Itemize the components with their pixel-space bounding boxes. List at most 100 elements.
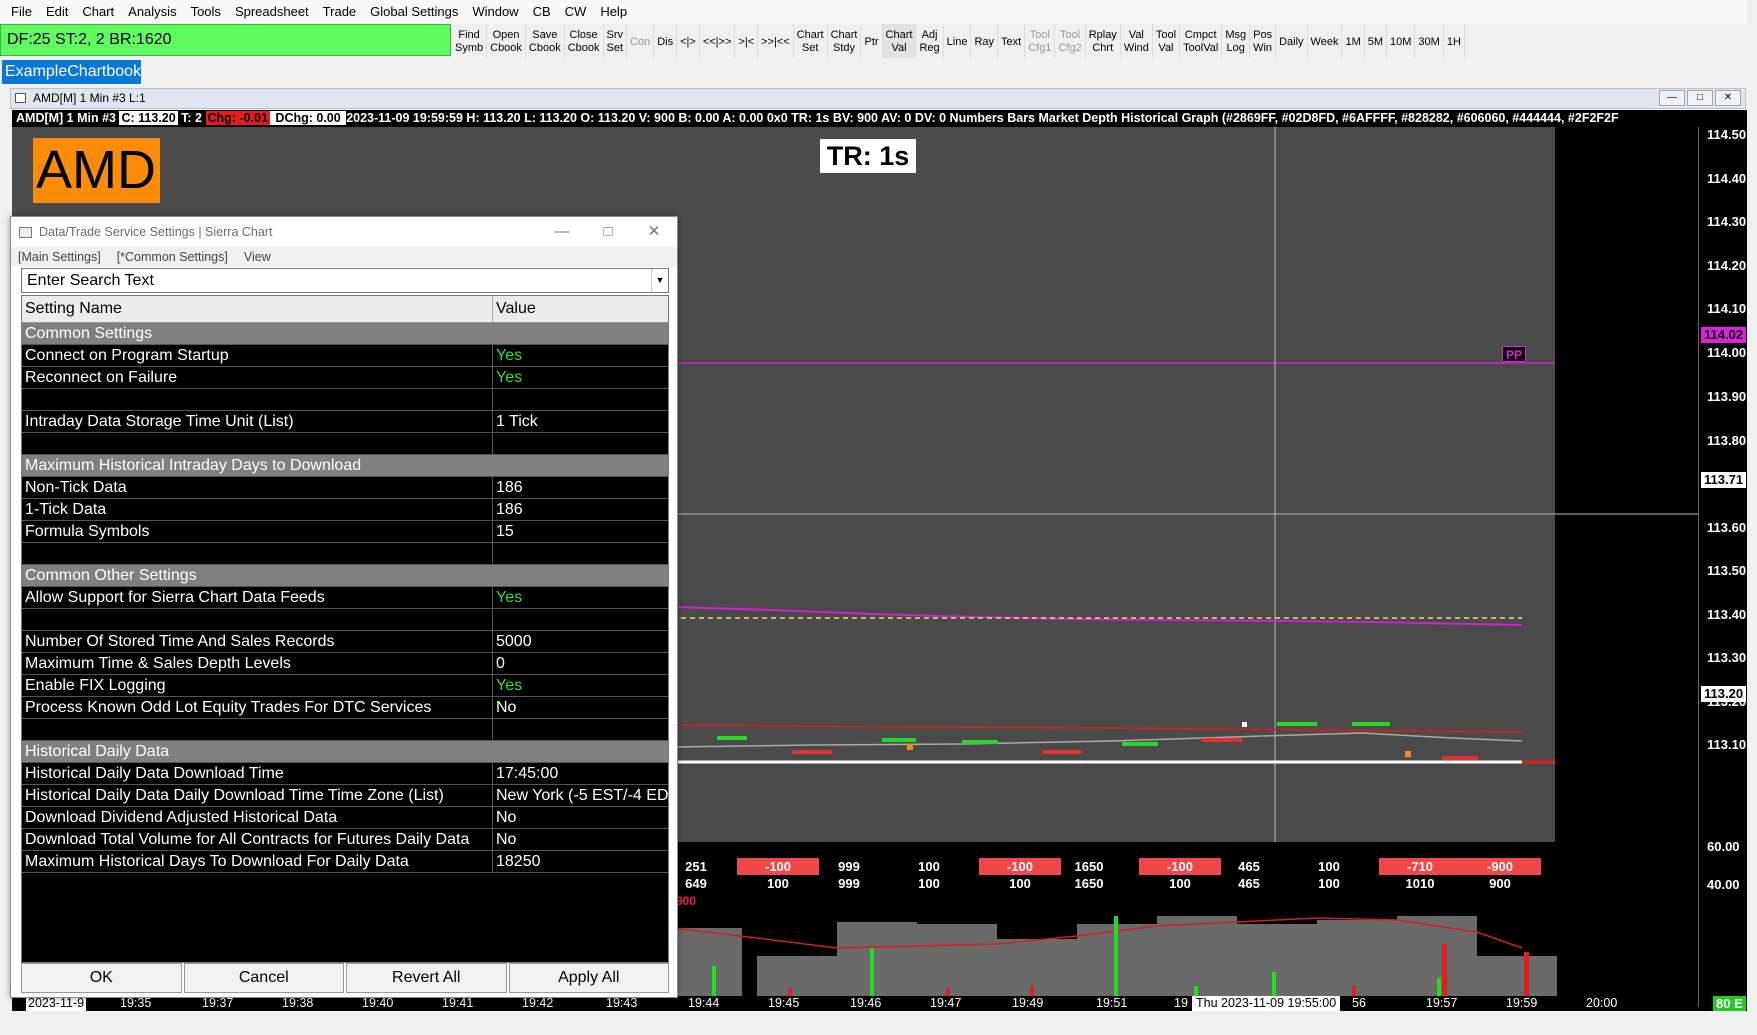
bar-number-top: -710	[1379, 858, 1461, 875]
toolbar-button-ptr[interactable]: Ptr	[861, 24, 883, 58]
setting-value[interactable]: 1 Tick	[493, 411, 668, 432]
setting-value[interactable]: 18250	[493, 851, 668, 872]
setting-row[interactable]: Historical Daily Data Daily Download Tim…	[22, 785, 668, 807]
setting-value[interactable]: Yes	[493, 367, 668, 388]
setting-row[interactable]: Connect on Program Startup Yes	[22, 345, 668, 367]
setting-value[interactable]: Yes	[493, 345, 668, 366]
menu-cb[interactable]: CB	[526, 0, 558, 24]
chevron-down-icon[interactable]: ▼	[651, 269, 668, 292]
setting-value[interactable]: No	[493, 807, 668, 828]
toolbar-button-30m[interactable]: 30M	[1415, 24, 1444, 58]
setting-row[interactable]: Maximum Historical Days To Download For …	[22, 851, 668, 873]
toolbar-button-dis[interactable]: Dis	[654, 24, 678, 58]
toolbar-button-tool-val[interactable]: Tool Val	[1153, 24, 1181, 58]
toolbar-button-chart-stdy[interactable]: Chart Stdy	[828, 24, 862, 58]
setting-row[interactable]: Allow Support for Sierra Chart Data Feed…	[22, 587, 668, 609]
setting-value[interactable]: New York (-5 EST/-4 EDT)	[493, 785, 668, 806]
toolbar-button-chart-set[interactable]: Chart Set	[794, 24, 828, 58]
toolbar-button-open-cbook[interactable]: Open Cbook	[487, 24, 526, 58]
toolbar-button-5m[interactable]: 5M	[1365, 24, 1388, 58]
setting-value[interactable]: No	[493, 829, 668, 850]
price-tag-last: 113.20	[1701, 686, 1747, 702]
setting-value[interactable]: 17:45:00	[493, 763, 668, 784]
maximize-button[interactable]: □	[1687, 90, 1713, 106]
toolbar-button-1m[interactable]: 1M	[1342, 24, 1365, 58]
toolbar-button-cmpct-toolval[interactable]: Cmpct ToolVal	[1180, 24, 1223, 58]
toolbar-button-1h[interactable]: 1H	[1444, 24, 1465, 58]
toolbar-button-msg-log[interactable]: Msg Log	[1222, 24, 1251, 58]
toolbar-button-tool-cfg2[interactable]: Tool Cfg2	[1055, 24, 1086, 58]
dialog-tab-1[interactable]: [*Common Settings]	[117, 247, 228, 267]
toolbar-button-ray[interactable]: Ray	[971, 24, 998, 58]
toolbar-button-xxxxx[interactable]: <<|>>	[700, 24, 736, 58]
setting-row[interactable]: Enable FIX Logging Yes	[22, 675, 668, 697]
apply-all-button[interactable]: Apply All	[508, 963, 669, 993]
menu-trade[interactable]: Trade	[316, 0, 363, 24]
setting-value[interactable]: 5000	[493, 631, 668, 652]
toolbar-button-daily[interactable]: Daily	[1276, 24, 1308, 58]
dialog-tab-0[interactable]: [Main Settings]	[18, 247, 101, 267]
toolbar-button-text[interactable]: Text	[998, 24, 1026, 58]
setting-row[interactable]: Reconnect on Failure Yes	[22, 367, 668, 389]
menu-window[interactable]: Window	[465, 0, 525, 24]
close-button[interactable]: ✕	[1715, 90, 1741, 106]
toolbar-button-pos-win[interactable]: Pos Win	[1250, 24, 1277, 58]
toolbar-button-line[interactable]: Line	[944, 24, 972, 58]
menu-global-settings[interactable]: Global Settings	[363, 0, 465, 24]
toolbar-button-week[interactable]: Week	[1308, 24, 1343, 58]
menu-tools[interactable]: Tools	[184, 0, 228, 24]
toolbar-button-con[interactable]: Con	[627, 24, 655, 58]
minimize-button[interactable]: —	[1659, 90, 1685, 106]
column-header-setting[interactable]: Setting Name	[22, 296, 493, 322]
column-header-value[interactable]: Value	[493, 296, 668, 322]
price-axis[interactable]: 114.50 114.40 114.30 114.20 114.10 114.00 113.…	[1698, 127, 1747, 1011]
menu-chart[interactable]: Chart	[75, 0, 121, 24]
toolbar-button-tool-cfg1[interactable]: Tool Cfg1	[1025, 24, 1056, 58]
setting-value[interactable]: Yes	[493, 587, 668, 608]
toolbar-button-xxx[interactable]: >|<	[735, 24, 759, 58]
menu-cw[interactable]: CW	[558, 0, 594, 24]
dialog-maximize-button[interactable]: □	[585, 217, 631, 247]
menu-spreadsheet[interactable]: Spreadsheet	[228, 0, 316, 24]
menu-file[interactable]: File	[4, 0, 39, 24]
setting-row[interactable]: Non-Tick Data 186	[22, 477, 668, 499]
search-input[interactable]: Enter Search Text ▼	[21, 268, 669, 293]
dialog-tab-2[interactable]: View	[244, 247, 271, 267]
toolbar-button-10m[interactable]: 10M	[1387, 24, 1416, 58]
dialog-minimize-button[interactable]: —	[539, 217, 585, 247]
dialog-close-button[interactable]: ✕	[631, 217, 677, 247]
menu-edit[interactable]: Edit	[39, 0, 75, 24]
toolbar-button-find-symb[interactable]: Find Symb	[452, 24, 488, 58]
toolbar-button-save-cbook[interactable]: Save Cbook	[526, 24, 565, 58]
toolbar-button-close-cbook[interactable]: Close Cbook	[565, 24, 604, 58]
menu-help[interactable]: Help	[593, 0, 634, 24]
toolbar-button-srv-set[interactable]: Srv Set	[604, 24, 628, 58]
ok-button[interactable]: OK	[21, 963, 182, 993]
setting-value[interactable]: Yes	[493, 675, 668, 696]
setting-row[interactable]: Download Dividend Adjusted Historical Da…	[22, 807, 668, 829]
setting-row[interactable]: Maximum Time & Sales Depth Levels 0	[22, 653, 668, 675]
menu-analysis[interactable]: Analysis	[121, 0, 183, 24]
setting-value[interactable]: 186	[493, 499, 668, 520]
toolbar-button-rplay-chrt[interactable]: Rplay Chrt	[1086, 24, 1121, 58]
toolbar-button-val-wind[interactable]: Val Wind	[1121, 24, 1153, 58]
time-axis[interactable]: 2023-11-9 19:35 19:37 19:38 19:40 19:41 19:42 1…	[12, 996, 1698, 1011]
setting-row[interactable]: Process Known Odd Lot Equity Trades For …	[22, 697, 668, 719]
chartbook-tab[interactable]: ExampleChartbook	[2, 60, 141, 84]
toolbar-button-xxx[interactable]: <|>	[677, 24, 700, 58]
setting-row[interactable]: Intraday Data Storage Time Unit (List) 1 …	[22, 411, 668, 433]
setting-row[interactable]: Historical Daily Data Download Time 17:45…	[22, 763, 668, 785]
setting-value[interactable]: 186	[493, 477, 668, 498]
setting-value[interactable]: 15	[493, 521, 668, 542]
toolbar-button-adj-reg[interactable]: Adj Reg	[916, 24, 944, 58]
cancel-button[interactable]: Cancel	[183, 963, 344, 993]
setting-value[interactable]: 0	[493, 653, 668, 674]
setting-row[interactable]: Number Of Stored Time And Sales Records 5…	[22, 631, 668, 653]
setting-value[interactable]: No	[493, 697, 668, 718]
toolbar-button-xxxxx[interactable]: >>|<<	[758, 24, 794, 58]
toolbar-button-chart-val[interactable]: Chart Val	[882, 24, 917, 58]
revert-all-button[interactable]: Revert All	[346, 963, 507, 993]
setting-row[interactable]: Download Total Volume for All Contracts …	[22, 829, 668, 851]
setting-row[interactable]: Formula Symbols 15	[22, 521, 668, 543]
setting-row[interactable]: 1-Tick Data 186	[22, 499, 668, 521]
